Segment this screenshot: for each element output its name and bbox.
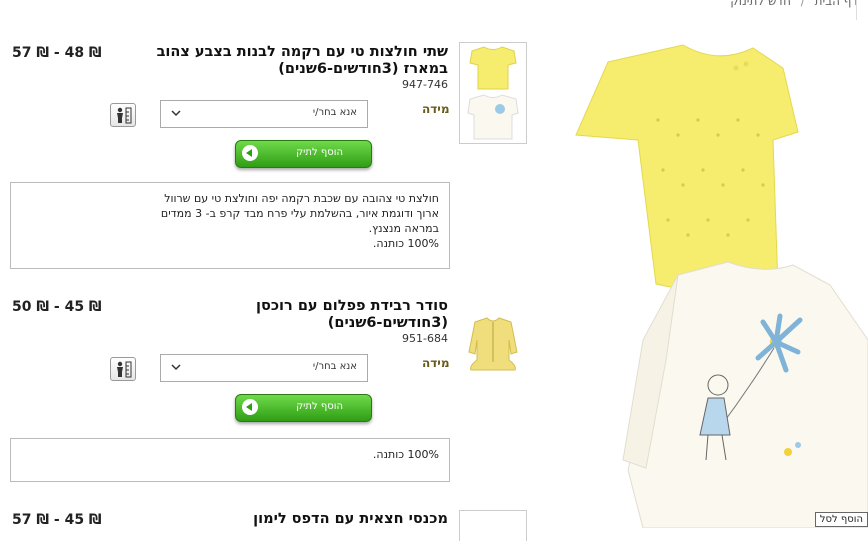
product-thumbnail[interactable]	[459, 42, 527, 144]
add-to-bag-button[interactable]: הוסף לתיק	[235, 140, 372, 168]
add-to-bag-button[interactable]: הוסף לתיק	[235, 394, 372, 422]
breadcrumb-separator: /	[800, 0, 805, 8]
divider	[856, 0, 857, 20]
size-label: מידה	[422, 102, 450, 116]
product-code: 951-684	[402, 332, 448, 345]
add-to-bag-label: הוסף לתיק	[296, 401, 343, 412]
product-thumbnail[interactable]	[459, 296, 527, 396]
product-price: 57 ₪ - 45 ₪	[12, 512, 102, 528]
breadcrumb: דף הבית / חדש לתינוק	[730, 0, 858, 8]
product-title-line: (3חודשים-6שנים)	[327, 315, 448, 331]
product-thumbnail[interactable]	[459, 510, 527, 541]
product-title-line: סודר רבידת פפלום עם רוכסן	[256, 298, 448, 314]
size-chart-icon	[117, 107, 132, 124]
size-select[interactable]: אנא בחר/י	[160, 354, 368, 382]
breadcrumb-home[interactable]: דף הבית	[815, 0, 858, 8]
product-price: 57 ₪ - 48 ₪	[12, 45, 102, 61]
product-code: 947-746	[402, 78, 448, 91]
product-title-line: במארז (3חודשים-6שנים)	[278, 61, 448, 77]
product-price: 50 ₪ - 45 ₪	[12, 299, 102, 315]
thumbnail-image	[467, 46, 519, 140]
main-product-image[interactable]	[568, 40, 868, 529]
product-title-line: שתי חולצות טי עם רקמה לבנות בצבע צהוב	[156, 44, 448, 60]
thumbnail-image	[468, 317, 518, 371]
size-chart-icon	[117, 361, 132, 378]
product-description: 100% כותנה.	[10, 438, 450, 482]
chevron-down-icon	[171, 364, 181, 371]
product-description: חולצת טי צהובה עם שכבת רקמה יפה וחולצת ט…	[10, 182, 450, 269]
arrow-icon	[242, 145, 258, 161]
size-guide-button[interactable]	[110, 357, 136, 381]
size-label: מידה	[422, 356, 450, 370]
product-photo	[575, 44, 868, 529]
product-title-line: מכנסי חצאית עם הדפס לימון	[253, 511, 448, 527]
size-select-value: אנא בחר/י	[312, 107, 357, 118]
description-text: 100% כותנה.	[372, 448, 439, 461]
add-to-cart-tooltip: הוסף לסל	[814, 512, 868, 527]
product-title[interactable]: סודר רבידת פפלום עם רוכסן (3חודשים-6שנים…	[240, 298, 448, 332]
breadcrumb-current[interactable]: חדש לתינוק	[730, 0, 791, 8]
chevron-down-icon	[171, 110, 181, 117]
size-guide-button[interactable]	[110, 103, 136, 127]
description-text: חולצת טי צהובה עם שכבת רקמה יפה וחולצת ט…	[160, 192, 439, 250]
product-title[interactable]: שתי חולצות טי עם רקמה לבנות בצבע צהוב במ…	[156, 44, 448, 78]
size-select[interactable]: אנא בחר/י	[160, 100, 368, 128]
size-select-value: אנא בחר/י	[312, 361, 357, 372]
add-to-bag-label: הוסף לתיק	[296, 147, 343, 158]
arrow-icon	[242, 399, 258, 415]
product-title[interactable]: מכנסי חצאית עם הדפס לימון	[200, 511, 448, 528]
